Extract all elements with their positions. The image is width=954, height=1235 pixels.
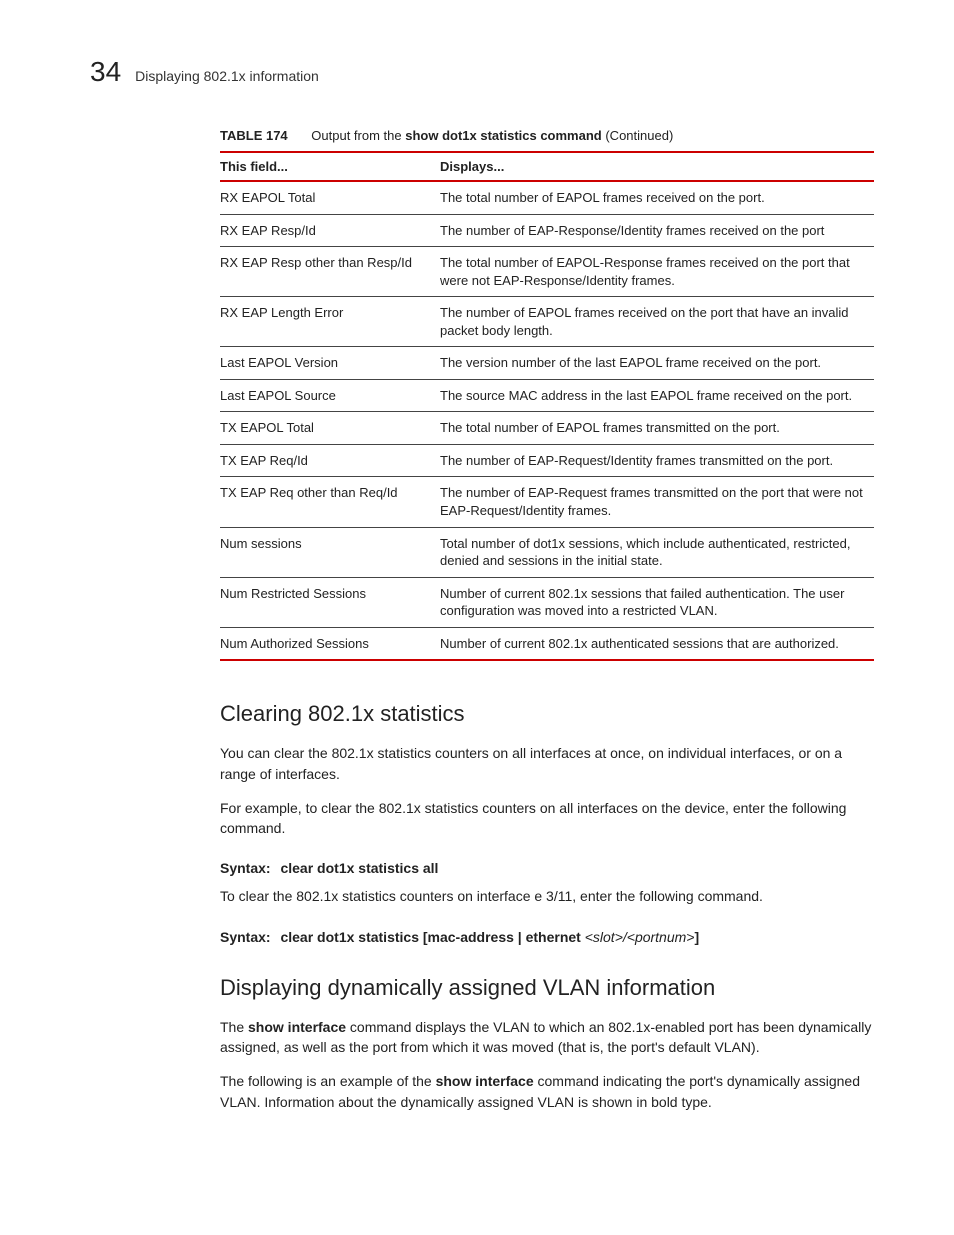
col-head-displays: Displays...: [440, 152, 874, 181]
main-content: Clearing 802.1x statistics You can clear…: [220, 701, 874, 1112]
cell-field: RX EAP Resp other than Resp/Id: [220, 247, 440, 297]
table-row: RX EAP Length ErrorThe number of EAPOL f…: [220, 297, 874, 347]
cell-desc: The total number of EAPOL frames receive…: [440, 181, 874, 214]
fields-table: This field... Displays... RX EAPOL Total…: [220, 151, 874, 661]
syntax-clear-interface: Syntax: clear dot1x statistics [mac-addr…: [220, 929, 874, 945]
cell-desc: The source MAC address in the last EAPOL…: [440, 379, 874, 412]
text-pre: The following is an example of the: [220, 1073, 436, 1089]
para-clearing-2: For example, to clear the 802.1x statist…: [220, 798, 874, 839]
cell-field: Num Authorized Sessions: [220, 627, 440, 660]
text-pre: The: [220, 1019, 248, 1035]
table-174: TABLE 174 Output from the show dot1x sta…: [220, 128, 874, 661]
table-label: TABLE 174: [220, 128, 288, 143]
page-number: 34: [90, 56, 121, 88]
cmd-show-interface: show interface: [248, 1019, 346, 1035]
table-row: Num Restricted SessionsNumber of current…: [220, 577, 874, 627]
cell-field: Num sessions: [220, 527, 440, 577]
syntax-label: Syntax:: [220, 929, 271, 945]
cell-desc: Number of current 802.1x authenticated s…: [440, 627, 874, 660]
cell-field: Last EAPOL Version: [220, 347, 440, 380]
cell-desc: The total number of EAPOL-Response frame…: [440, 247, 874, 297]
cmd-show-interface: show interface: [436, 1073, 534, 1089]
syntax-clear-all: Syntax: clear dot1x statistics all: [220, 860, 874, 876]
para-vlan-1: The show interface command displays the …: [220, 1017, 874, 1058]
table-row: Last EAPOL SourceThe source MAC address …: [220, 379, 874, 412]
cell-desc: The number of EAP-Response/Identity fram…: [440, 214, 874, 247]
syntax-tail: ]: [694, 929, 699, 945]
syntax-param: <slot>/<portnum>: [585, 929, 695, 945]
cell-desc: Number of current 802.1x sessions that f…: [440, 577, 874, 627]
cell-desc: The number of EAP-Request frames transmi…: [440, 477, 874, 527]
syntax-command: clear dot1x statistics all: [280, 860, 438, 876]
heading-vlan-info: Displaying dynamically assigned VLAN inf…: [220, 975, 874, 1001]
table-row: Last EAPOL VersionThe version number of …: [220, 347, 874, 380]
syntax-label: Syntax:: [220, 860, 271, 876]
para-clearing-3: To clear the 802.1x statistics counters …: [220, 886, 874, 906]
page-section-title: Displaying 802.1x information: [135, 68, 319, 84]
page: 34 Displaying 802.1x information TABLE 1…: [0, 0, 954, 1235]
para-vlan-2: The following is an example of the show …: [220, 1071, 874, 1112]
cell-field: TX EAP Req other than Req/Id: [220, 477, 440, 527]
table-caption: TABLE 174 Output from the show dot1x sta…: [220, 128, 874, 143]
cell-desc: The number of EAP-Request/Identity frame…: [440, 444, 874, 477]
page-header: 34 Displaying 802.1x information: [90, 56, 874, 88]
cell-field: Num Restricted Sessions: [220, 577, 440, 627]
cell-field: RX EAPOL Total: [220, 181, 440, 214]
caption-prefix: Output from the: [311, 128, 405, 143]
caption-suffix: (Continued): [602, 128, 674, 143]
cell-desc: The version number of the last EAPOL fra…: [440, 347, 874, 380]
table-row: RX EAP Resp other than Resp/IdThe total …: [220, 247, 874, 297]
table-row: TX EAPOL TotalThe total number of EAPOL …: [220, 412, 874, 445]
table-row: RX EAPOL TotalThe total number of EAPOL …: [220, 181, 874, 214]
cell-field: RX EAP Length Error: [220, 297, 440, 347]
table-head-row: This field... Displays...: [220, 152, 874, 181]
table-row: Num Authorized SessionsNumber of current…: [220, 627, 874, 660]
cell-field: TX EAP Req/Id: [220, 444, 440, 477]
cell-field: TX EAPOL Total: [220, 412, 440, 445]
cell-desc: The total number of EAPOL frames transmi…: [440, 412, 874, 445]
col-head-field: This field...: [220, 152, 440, 181]
cell-field: RX EAP Resp/Id: [220, 214, 440, 247]
cell-desc: Total number of dot1x sessions, which in…: [440, 527, 874, 577]
table-row: TX EAP Req other than Req/IdThe number o…: [220, 477, 874, 527]
cell-desc: The number of EAPOL frames received on t…: [440, 297, 874, 347]
table-row: RX EAP Resp/IdThe number of EAP-Response…: [220, 214, 874, 247]
syntax-command: clear dot1x statistics [mac-address | et…: [280, 929, 584, 945]
table-row: Num sessionsTotal number of dot1x sessio…: [220, 527, 874, 577]
para-clearing-1: You can clear the 802.1x statistics coun…: [220, 743, 874, 784]
table-row: TX EAP Req/IdThe number of EAP-Request/I…: [220, 444, 874, 477]
cell-field: Last EAPOL Source: [220, 379, 440, 412]
heading-clearing-stats: Clearing 802.1x statistics: [220, 701, 874, 727]
caption-command: show dot1x statistics command: [405, 128, 602, 143]
